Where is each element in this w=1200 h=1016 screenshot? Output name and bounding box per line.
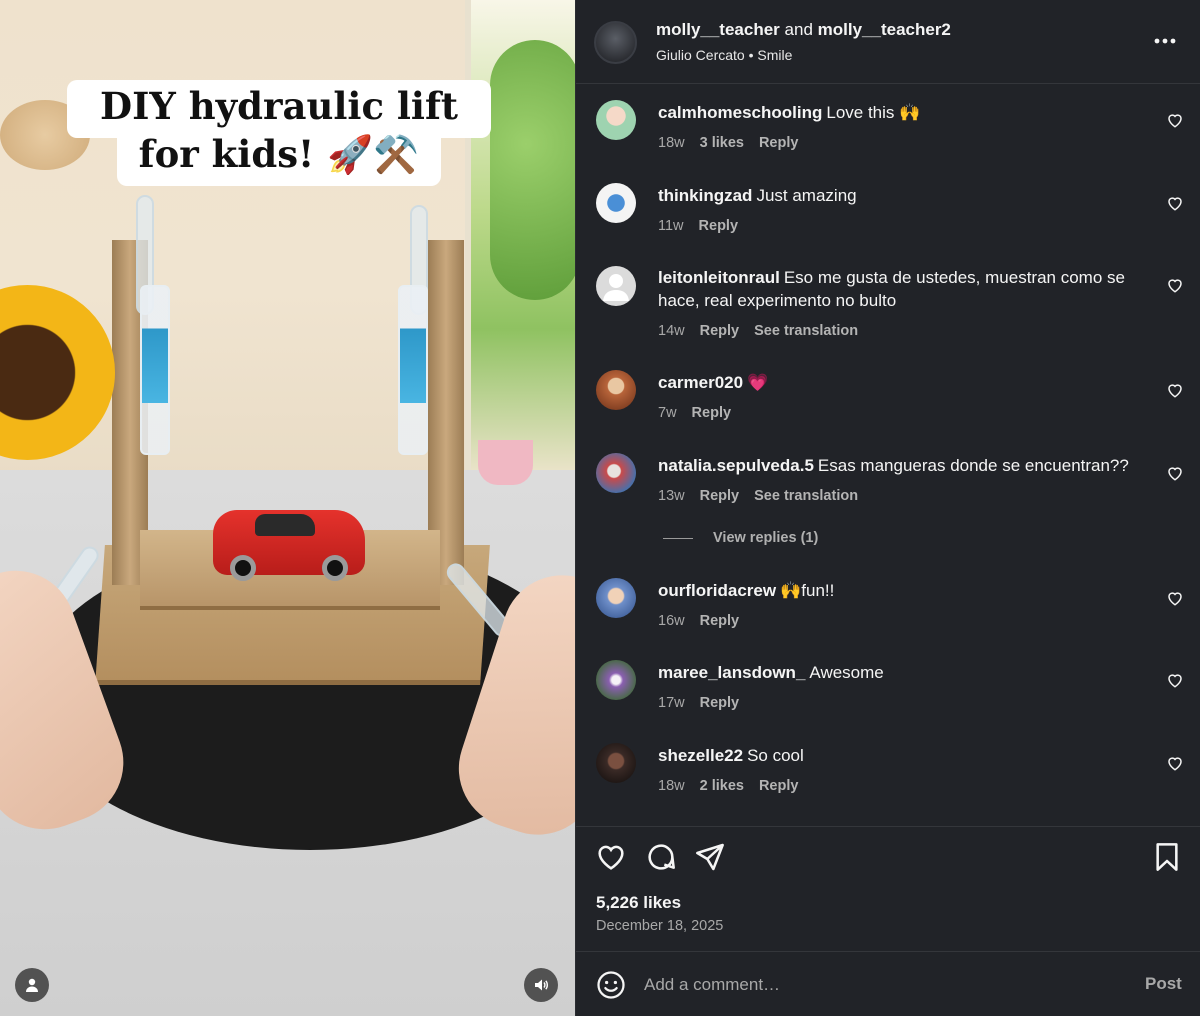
comment-likes[interactable]: 3 likes (700, 135, 744, 151)
comment-text: So cool (747, 746, 804, 765)
emoji-icon[interactable] (596, 970, 626, 1000)
save-button[interactable] (1151, 841, 1183, 873)
commenter-username[interactable]: thinkingzad (658, 186, 752, 205)
commenter-avatar[interactable] (596, 578, 636, 618)
commenter-username[interactable]: ourfloridacrew (658, 581, 776, 600)
comments-panel: molly__teacher and molly__teacher2 Giuli… (575, 0, 1200, 1016)
default-avatar-icon (603, 274, 629, 301)
heart-icon[interactable] (1166, 276, 1184, 294)
reply-button[interactable]: Reply (692, 405, 732, 421)
like-button[interactable] (595, 841, 627, 873)
commenter-avatar[interactable] (596, 183, 636, 223)
comment-button[interactable] (645, 841, 677, 873)
post-actions: 5,226 likes December 18, 2025 (576, 826, 1200, 951)
more-horizontal-icon (1154, 38, 1176, 44)
comment-composer: Post (576, 951, 1200, 1016)
tagged-users-button[interactable] (15, 968, 49, 1002)
heart-icon[interactable] (1166, 589, 1184, 607)
comment-text: Awesome (809, 663, 884, 682)
comment-time[interactable]: 16w (658, 613, 685, 629)
post-header: molly__teacher and molly__teacher2 Giuli… (576, 0, 1200, 84)
see-translation-button[interactable]: See translation (754, 323, 858, 339)
more-options-button[interactable] (1152, 28, 1178, 54)
commenter-username[interactable]: calmhomeschooling (658, 103, 822, 122)
author-avatar[interactable] (594, 21, 637, 64)
comment-time[interactable]: 14w (658, 323, 685, 339)
authors-joiner: and (784, 20, 813, 39)
audio-attribution[interactable]: Giulio Cercato • Smile (656, 47, 792, 63)
comment-time[interactable]: 18w (658, 778, 685, 794)
commenter-avatar[interactable] (596, 100, 636, 140)
comment-text: Esas mangueras donde se encuentran?? (817, 456, 1129, 475)
caption-line-1: DIY hydraulic lift (100, 84, 458, 128)
heart-icon[interactable] (1166, 381, 1184, 399)
commenter-username[interactable]: shezelle22 (658, 746, 743, 765)
heart-icon[interactable] (1166, 464, 1184, 482)
reply-button[interactable]: Reply (700, 488, 740, 504)
commenter-avatar[interactable] (596, 266, 636, 306)
author-link-2[interactable]: molly__teacher2 (818, 20, 951, 39)
comment-time[interactable]: 7w (658, 405, 677, 421)
post-viewer: DIY hydraulic lift for kids! 🚀⚒️ molly__… (0, 0, 1200, 1016)
comment-time[interactable]: 17w (658, 695, 685, 711)
reply-button[interactable]: Reply (759, 135, 799, 151)
see-translation-button[interactable]: See translation (754, 488, 858, 504)
comment-input[interactable] (644, 970, 1124, 1000)
likes-count[interactable]: 5,226 likes (596, 893, 681, 913)
reply-button[interactable]: Reply (759, 778, 799, 794)
comment-time[interactable]: 18w (658, 135, 685, 151)
reply-button[interactable]: Reply (700, 613, 740, 629)
heart-icon[interactable] (1166, 194, 1184, 212)
author-link-1[interactable]: molly__teacher (656, 20, 780, 39)
comment-text: 🙌fun!! (780, 581, 835, 600)
commenter-username[interactable]: maree_lansdown_ (658, 663, 805, 682)
post-authors: molly__teacher and molly__teacher2 (656, 20, 951, 40)
person-icon (26, 978, 38, 992)
caption-line-2: for kids! 🚀⚒️ (138, 132, 420, 176)
commenter-username[interactable]: carmer020 (658, 373, 743, 392)
reply-button[interactable]: Reply (700, 695, 740, 711)
commenter-avatar[interactable] (596, 453, 636, 493)
commenter-avatar[interactable] (596, 660, 636, 700)
post-date[interactable]: December 18, 2025 (596, 918, 723, 934)
comment-time[interactable]: 11w (658, 218, 684, 234)
share-button[interactable] (694, 841, 726, 873)
commenter-avatar[interactable] (596, 743, 636, 783)
comment-text: Love this 🙌 (826, 103, 921, 122)
reply-button[interactable]: Reply (699, 218, 739, 234)
commenter-avatar[interactable] (596, 370, 636, 410)
speaker-icon (535, 979, 548, 991)
video-player[interactable]: DIY hydraulic lift for kids! 🚀⚒️ (0, 0, 575, 1016)
comment-text: 💗 (747, 373, 769, 392)
heart-icon[interactable] (1166, 671, 1184, 689)
reply-button[interactable]: Reply (700, 323, 740, 339)
heart-icon[interactable] (1166, 754, 1184, 772)
commenter-username[interactable]: leitonleitonraul (658, 268, 780, 287)
mute-toggle-button[interactable] (524, 968, 558, 1002)
view-replies-button[interactable]: View replies (1) (663, 530, 818, 546)
commenter-username[interactable]: natalia.sepulveda.5 (658, 456, 814, 475)
replies-divider (663, 537, 693, 539)
video-caption: DIY hydraulic lift for kids! 🚀⚒️ (67, 82, 491, 178)
comment-likes[interactable]: 2 likes (700, 778, 744, 794)
post-comment-button[interactable]: Post (1145, 974, 1182, 994)
comment-time[interactable]: 13w (658, 488, 685, 504)
view-replies-label: View replies (1) (713, 530, 819, 546)
heart-icon[interactable] (1166, 111, 1184, 129)
comment-text: Just amazing (756, 186, 857, 205)
